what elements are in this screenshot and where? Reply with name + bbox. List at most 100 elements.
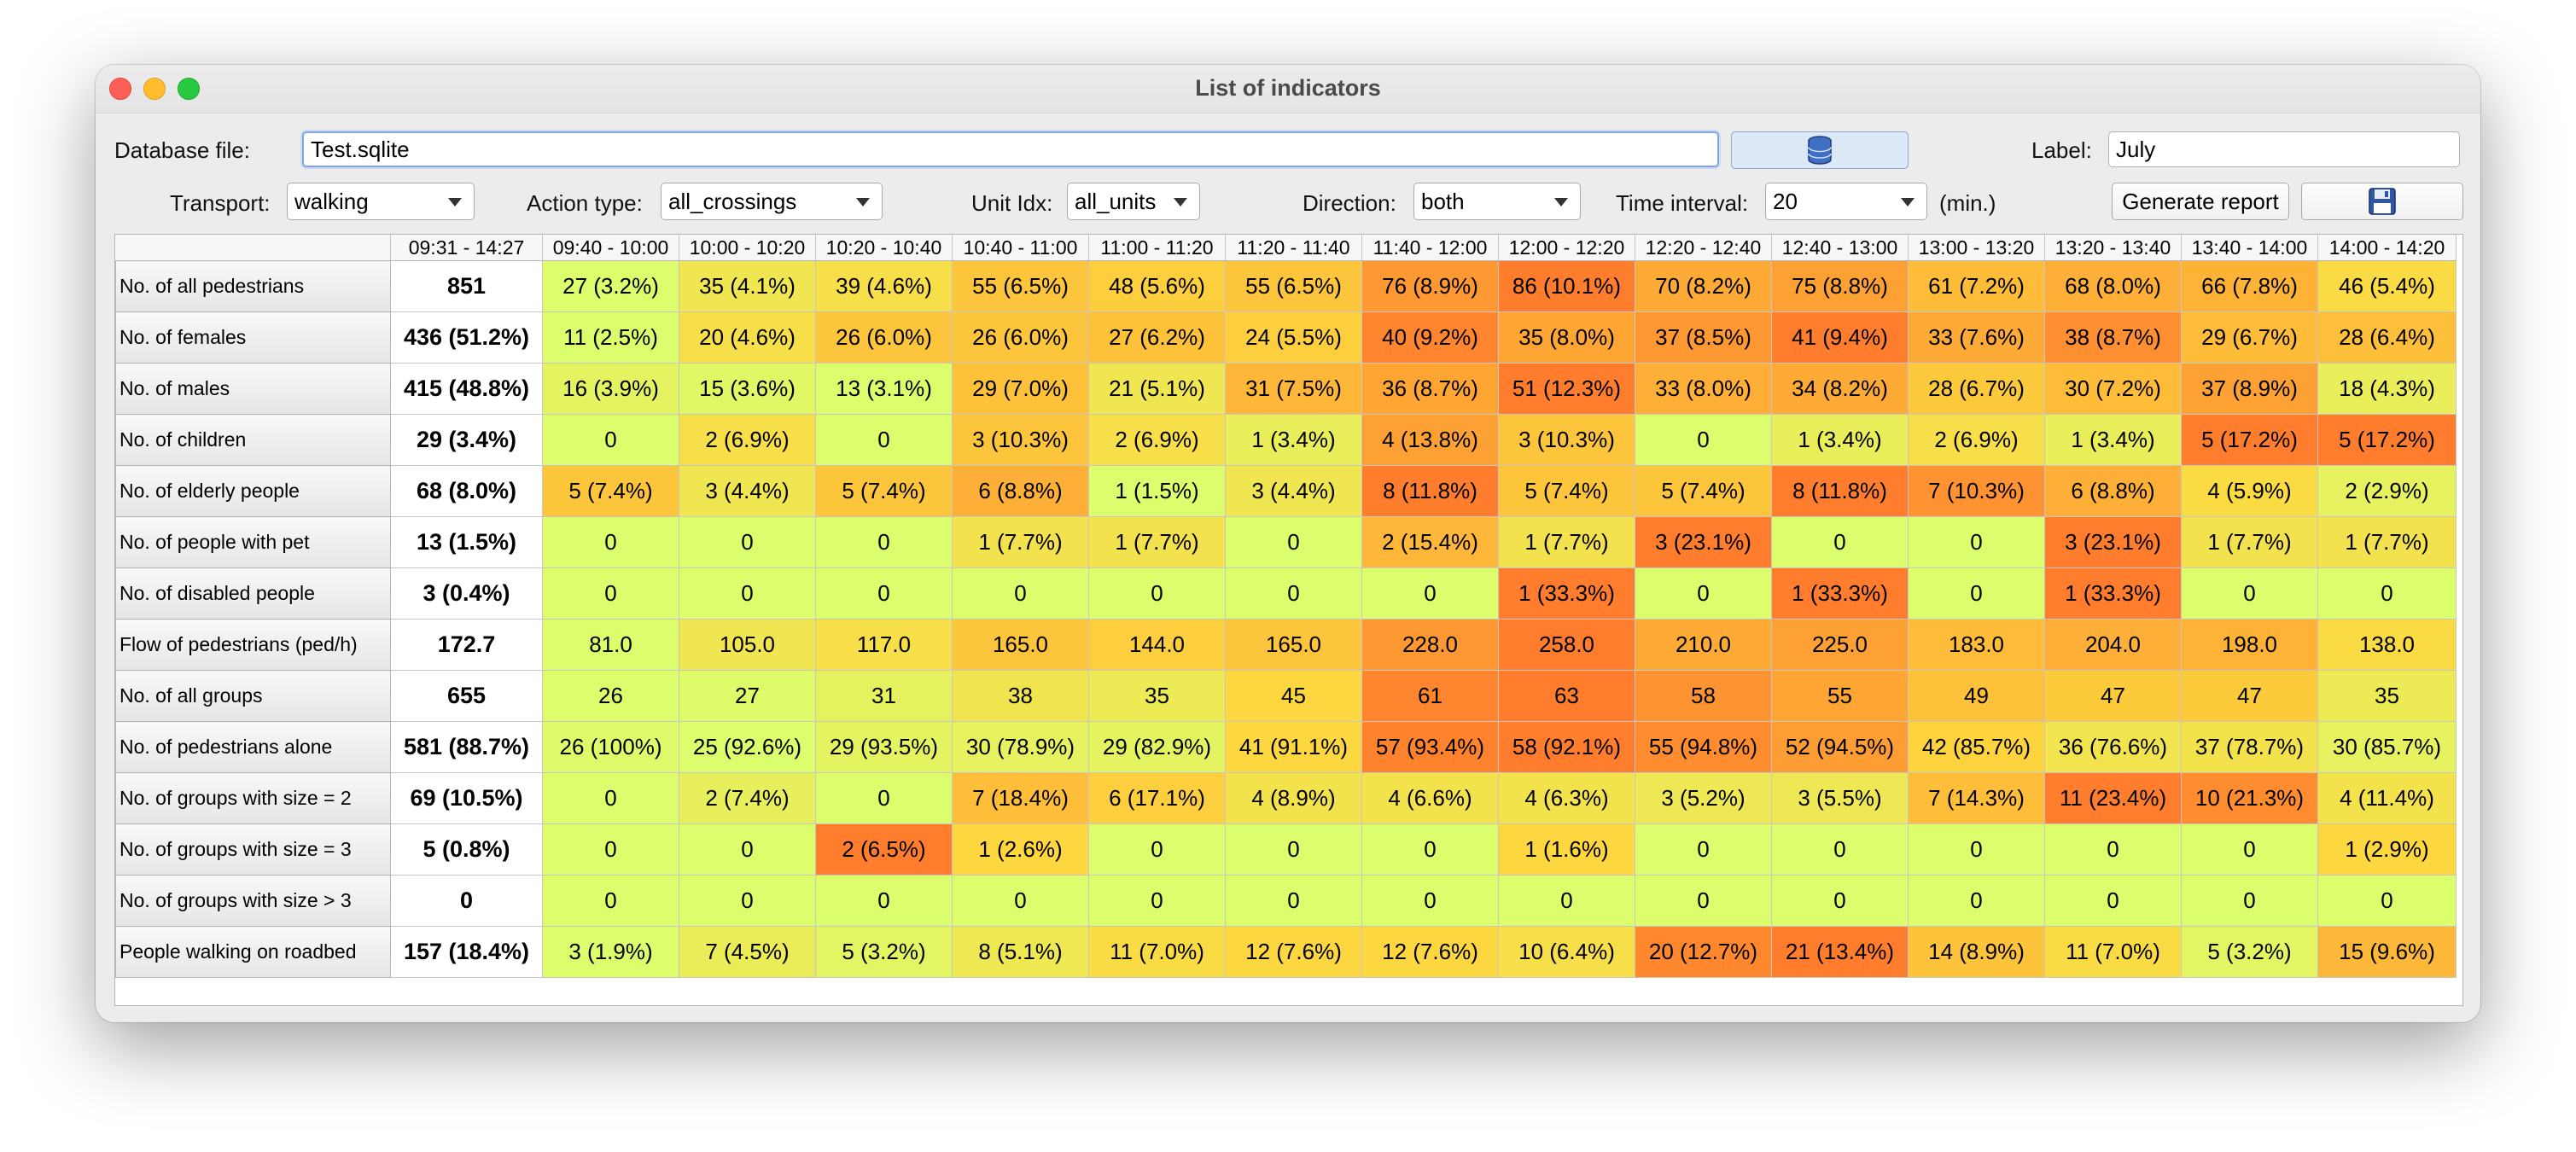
table-cell[interactable]: 38 (8.7%) bbox=[2044, 311, 2182, 364]
table-cell[interactable]: 138.0 bbox=[2317, 619, 2457, 671]
table-cell[interactable]: 0 bbox=[1225, 823, 1362, 876]
table-cell[interactable]: 26 (6.0%) bbox=[815, 311, 953, 364]
table-cell[interactable]: 0 bbox=[679, 875, 816, 927]
total-cell[interactable]: 415 (48.8%) bbox=[390, 363, 543, 415]
table-cell[interactable]: 1 (3.4%) bbox=[1225, 414, 1362, 466]
column-header[interactable]: 10:40 - 11:00 bbox=[952, 235, 1089, 261]
table-cell[interactable]: 2 (6.9%) bbox=[1088, 414, 1226, 466]
table-cell[interactable]: 63 bbox=[1498, 670, 1635, 722]
table-cell[interactable]: 0 bbox=[1635, 414, 1772, 466]
table-cell[interactable]: 28 (6.7%) bbox=[1908, 363, 2045, 415]
table-cell[interactable]: 42 (85.7%) bbox=[1908, 721, 2045, 773]
table-cell[interactable]: 0 bbox=[1225, 516, 1362, 568]
row-header[interactable]: No. of people with pet bbox=[115, 516, 391, 568]
table-cell[interactable]: 1 (2.6%) bbox=[952, 823, 1089, 876]
table-cell[interactable]: 0 bbox=[815, 875, 953, 927]
table-cell[interactable]: 81.0 bbox=[542, 619, 679, 671]
table-cell[interactable]: 35 bbox=[2317, 670, 2457, 722]
table-cell[interactable]: 18 (4.3%) bbox=[2317, 363, 2457, 415]
total-cell[interactable]: 655 bbox=[390, 670, 543, 722]
total-cell[interactable]: 69 (10.5%) bbox=[390, 772, 543, 824]
column-header[interactable]: 10:20 - 10:40 bbox=[815, 235, 953, 261]
table-cell[interactable]: 3 (4.4%) bbox=[1225, 465, 1362, 517]
table-cell[interactable]: 29 (7.0%) bbox=[952, 363, 1089, 415]
table-cell[interactable]: 36 (76.6%) bbox=[2044, 721, 2182, 773]
table-cell[interactable]: 61 bbox=[1361, 670, 1499, 722]
table-cell[interactable]: 0 bbox=[1498, 875, 1635, 927]
row-header[interactable]: No. of groups with size = 3 bbox=[115, 823, 391, 876]
table-cell[interactable]: 6 (8.8%) bbox=[2044, 465, 2182, 517]
table-cell[interactable]: 5 (7.4%) bbox=[815, 465, 953, 517]
table-cell[interactable]: 12 (7.6%) bbox=[1225, 926, 1362, 978]
table-cell[interactable]: 1 (7.7%) bbox=[1498, 516, 1635, 568]
table-cell[interactable]: 15 (3.6%) bbox=[679, 363, 816, 415]
row-header[interactable]: Flow of pedestrians (ped/h) bbox=[115, 619, 391, 671]
table-cell[interactable]: 0 bbox=[1908, 516, 2045, 568]
row-header[interactable]: No. of males bbox=[115, 363, 391, 415]
row-header[interactable]: No. of elderly people bbox=[115, 465, 391, 517]
transport-select[interactable]: walking bbox=[287, 183, 475, 220]
table-cell[interactable]: 75 (8.8%) bbox=[1771, 260, 1909, 312]
column-header[interactable]: 12:00 - 12:20 bbox=[1498, 235, 1635, 261]
table-cell[interactable]: 0 bbox=[542, 516, 679, 568]
table-cell[interactable]: 0 bbox=[952, 875, 1089, 927]
table-cell[interactable]: 0 bbox=[1771, 823, 1909, 876]
table-cell[interactable]: 55 (6.5%) bbox=[1225, 260, 1362, 312]
table-cell[interactable]: 5 (7.4%) bbox=[542, 465, 679, 517]
table-cell[interactable]: 7 (4.5%) bbox=[679, 926, 816, 978]
table-cell[interactable]: 58 bbox=[1635, 670, 1772, 722]
table-cell[interactable]: 12 (7.6%) bbox=[1361, 926, 1499, 978]
row-header[interactable]: No. of groups with size = 2 bbox=[115, 772, 391, 824]
table-cell[interactable]: 0 bbox=[815, 567, 953, 620]
table-cell[interactable]: 25 (92.6%) bbox=[679, 721, 816, 773]
database-file-input[interactable]: Test.sqlite bbox=[302, 131, 1719, 167]
table-cell[interactable]: 1 (2.9%) bbox=[2317, 823, 2457, 876]
table-cell[interactable]: 66 (7.8%) bbox=[2181, 260, 2318, 312]
column-header[interactable]: 12:20 - 12:40 bbox=[1635, 235, 1772, 261]
unit-idx-select[interactable]: all_units bbox=[1067, 183, 1200, 220]
table-cell[interactable]: 0 bbox=[679, 823, 816, 876]
table-cell[interactable]: 26 (100%) bbox=[542, 721, 679, 773]
table-cell[interactable]: 38 bbox=[952, 670, 1089, 722]
table-cell[interactable]: 7 (14.3%) bbox=[1908, 772, 2045, 824]
table-cell[interactable]: 4 (5.9%) bbox=[2181, 465, 2318, 517]
table-cell[interactable]: 57 (93.4%) bbox=[1361, 721, 1499, 773]
table-cell[interactable]: 52 (94.5%) bbox=[1771, 721, 1909, 773]
table-cell[interactable]: 1 (33.3%) bbox=[1771, 567, 1909, 620]
table-cell[interactable]: 0 bbox=[542, 567, 679, 620]
table-cell[interactable]: 3 (5.5%) bbox=[1771, 772, 1909, 824]
table-cell[interactable]: 61 (7.2%) bbox=[1908, 260, 2045, 312]
table-cell[interactable]: 117.0 bbox=[815, 619, 953, 671]
table-cell[interactable]: 39 (4.6%) bbox=[815, 260, 953, 312]
table-cell[interactable]: 41 (91.1%) bbox=[1225, 721, 1362, 773]
table-cell[interactable]: 165.0 bbox=[1225, 619, 1362, 671]
table-cell[interactable]: 144.0 bbox=[1088, 619, 1226, 671]
table-cell[interactable]: 0 bbox=[1361, 875, 1499, 927]
column-header[interactable]: 11:20 - 11:40 bbox=[1225, 235, 1362, 261]
table-cell[interactable]: 4 (6.3%) bbox=[1498, 772, 1635, 824]
table-cell[interactable]: 210.0 bbox=[1635, 619, 1772, 671]
table-cell[interactable]: 5 (3.2%) bbox=[815, 926, 953, 978]
column-header[interactable]: 14:00 - 14:20 bbox=[2317, 235, 2457, 261]
table-cell[interactable]: 28 (6.4%) bbox=[2317, 311, 2457, 364]
total-cell[interactable]: 436 (51.2%) bbox=[390, 311, 543, 364]
table-cell[interactable]: 3 (23.1%) bbox=[1635, 516, 1772, 568]
table-cell[interactable]: 0 bbox=[1908, 823, 2045, 876]
table-cell[interactable]: 0 bbox=[1361, 823, 1499, 876]
table-cell[interactable]: 33 (8.0%) bbox=[1635, 363, 1772, 415]
table-cell[interactable]: 49 bbox=[1908, 670, 2045, 722]
row-header[interactable]: No. of all groups bbox=[115, 670, 391, 722]
row-header[interactable]: No. of all pedestrians bbox=[115, 260, 391, 312]
table-cell[interactable]: 2 (6.9%) bbox=[1908, 414, 2045, 466]
total-cell[interactable]: 851 bbox=[390, 260, 543, 312]
table-cell[interactable]: 198.0 bbox=[2181, 619, 2318, 671]
table-cell[interactable]: 4 (11.4%) bbox=[2317, 772, 2457, 824]
table-cell[interactable]: 6 (17.1%) bbox=[1088, 772, 1226, 824]
table-cell[interactable]: 40 (9.2%) bbox=[1361, 311, 1499, 364]
table-cell[interactable]: 37 (8.5%) bbox=[1635, 311, 1772, 364]
table-cell[interactable]: 55 (6.5%) bbox=[952, 260, 1089, 312]
table-cell[interactable]: 228.0 bbox=[1361, 619, 1499, 671]
table-cell[interactable]: 13 (3.1%) bbox=[815, 363, 953, 415]
table-cell[interactable]: 55 bbox=[1771, 670, 1909, 722]
table-cell[interactable]: 2 (2.9%) bbox=[2317, 465, 2457, 517]
